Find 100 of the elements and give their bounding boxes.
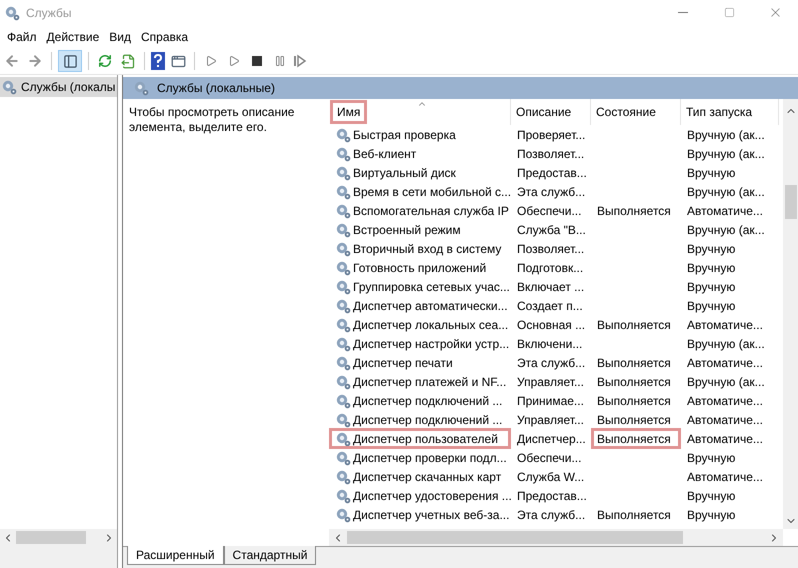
refresh-icon: [98, 54, 112, 68]
service-name-cell[interactable]: Веб-клиент: [329, 144, 511, 163]
view-tab[interactable]: Стандартный: [224, 546, 316, 565]
gear-icon: [335, 316, 351, 332]
menu-item[interactable]: Справка: [136, 26, 194, 46]
description-cell: Предостав...: [517, 166, 587, 180]
service-name-cell[interactable]: Диспетчер проверки подл...: [329, 448, 511, 467]
horizontal-scrollbar[interactable]: [329, 529, 783, 546]
description-cell: Включает ...: [517, 280, 584, 294]
service-name-cell[interactable]: Диспетчер удостоверения ...: [329, 486, 511, 505]
description-cell: Предостав...: [517, 488, 587, 502]
horizontal-scrollbar[interactable]: [0, 529, 117, 546]
service-name-cell[interactable]: Диспетчер настройки устр...: [329, 334, 511, 353]
description-hint: Чтобы просмотреть описание элемента, выделите его.: [129, 105, 296, 135]
description-cell: Управляет...: [517, 374, 584, 388]
service-name-cell[interactable]: Диспетчер скачанных карт: [329, 467, 511, 486]
startup-type-cell: Вручную (ак...: [687, 336, 765, 350]
startup-type-cell: Автоматиче...: [687, 204, 763, 218]
help-icon[interactable]: [151, 52, 165, 70]
service-name-cell[interactable]: Диспетчер печати: [329, 353, 511, 372]
startup-type-cell: Автоматиче...: [687, 318, 763, 332]
service-name-cell[interactable]: Диспетчер учетных веб-за...: [329, 505, 511, 524]
service-name-cell[interactable]: Вспомогательная служба IP: [329, 201, 511, 220]
panel-title: Службы (локальные): [157, 80, 275, 97]
description-cell: Эта служб...: [517, 356, 586, 370]
window-icon: [170, 54, 186, 68]
status-cell-text: Выполняется: [597, 430, 671, 448]
vertical-scrollbar[interactable]: [783, 99, 798, 529]
startup-type-cell: Автоматиче...: [687, 394, 763, 408]
startup-type-cell: Автоматиче...: [687, 470, 763, 484]
resume-icon[interactable]: [293, 54, 307, 68]
service-name-cell[interactable]: Группировка сетевых учас...: [329, 277, 511, 296]
menu-item[interactable]: Файл: [2, 26, 42, 46]
description-cell: Принимае...: [517, 394, 584, 408]
service-name-cell[interactable]: Диспетчер подключений ...: [329, 410, 511, 429]
startup-type-cell: Вручную: [687, 166, 736, 180]
startup-type-cell: Автоматиче...: [687, 412, 763, 426]
startup-type-cell: Вручную: [687, 298, 736, 312]
service-name-cell[interactable]: Диспетчер платежей и NF...: [329, 372, 511, 391]
tree-item[interactable]: Службы (локалы: [0, 77, 117, 97]
description-cell: Управляет...: [517, 412, 584, 426]
description-cell: Служба W...: [517, 470, 584, 484]
startup-type-cell: Автоматиче...: [687, 356, 763, 370]
description-cell: Позволяет...: [517, 146, 584, 160]
maximize-icon: [724, 7, 734, 18]
column-header[interactable]: Состояние: [591, 99, 681, 125]
service-name-cell[interactable]: Виртуальный диск: [329, 163, 511, 182]
gear-icon: [335, 278, 351, 294]
play-icon: [205, 55, 217, 67]
gear-icon: [335, 202, 351, 218]
gear-icon: [335, 430, 351, 446]
menu-item[interactable]: Вид: [104, 26, 136, 46]
column-header[interactable]: Тип запуска: [681, 99, 779, 125]
startup-type-cell: Вручную: [687, 450, 736, 464]
startup-type-cell: Вручную: [687, 242, 736, 256]
startup-type-cell: Вручную: [687, 508, 736, 522]
description-cell: Обеспечи...: [517, 204, 582, 218]
column-header[interactable]: Описание: [511, 99, 591, 125]
startup-type-cell: Вручную (ак...: [687, 128, 765, 142]
description-cell: Создает п...: [517, 298, 583, 312]
status-cell-text: Выполняется: [597, 354, 671, 372]
gear-icon: [335, 354, 351, 370]
service-name-cell[interactable]: Диспетчер автоматически...: [329, 296, 511, 315]
gear-icon: [335, 374, 351, 390]
gear-icon: [335, 146, 351, 162]
tree-toggle-button[interactable]: [58, 50, 82, 72]
pause-icon: [274, 55, 286, 67]
column-header[interactable]: Имя: [329, 99, 511, 125]
gear-icon: [335, 450, 351, 466]
description-cell: Служба "В...: [517, 222, 586, 236]
gear-icon: [335, 506, 351, 522]
description-cell: Проверяет...: [517, 128, 586, 142]
startup-type-cell: Вручную: [687, 260, 736, 274]
service-name-cell[interactable]: Диспетчер подключений ...: [329, 391, 511, 410]
description-cell: Подготовк...: [517, 260, 584, 274]
minimize-icon: [678, 12, 688, 13]
gear-icon: [1, 79, 17, 95]
service-name-cell[interactable]: Готовность приложений: [329, 258, 511, 277]
service-name-cell[interactable]: Диспетчер локальных сеа...: [329, 315, 511, 334]
service-name-cell[interactable]: Вторичный вход в систему: [329, 239, 511, 258]
gear-icon: [335, 298, 351, 314]
service-name-cell[interactable]: Диспетчер пользователей: [329, 428, 511, 449]
status-cell-text: Выполняется: [597, 316, 671, 334]
scrollbar-thumb[interactable]: [347, 531, 683, 544]
scrollbar-thumb[interactable]: [16, 531, 86, 544]
menu-item[interactable]: Действие: [42, 26, 104, 46]
gear-icon: [335, 468, 351, 484]
gear-icon: [335, 164, 351, 180]
startup-type-cell: Вручную: [687, 280, 736, 294]
export-icon: [120, 54, 136, 68]
startup-type-cell: Вручную (ак...: [687, 146, 765, 160]
status-cell-text: Выполняется: [597, 506, 671, 524]
gear-icon: [335, 184, 351, 200]
app-icon: [4, 4, 20, 20]
service-name-cell[interactable]: Время в сети мобильной с...: [329, 182, 511, 201]
view-tab[interactable]: Расширенный: [127, 546, 224, 565]
service-name-cell[interactable]: Встроенный режим: [329, 220, 511, 239]
scrollbar-thumb[interactable]: [784, 185, 796, 219]
gear-icon: [335, 260, 351, 276]
service-name-cell[interactable]: Быстрая проверка: [329, 125, 511, 144]
